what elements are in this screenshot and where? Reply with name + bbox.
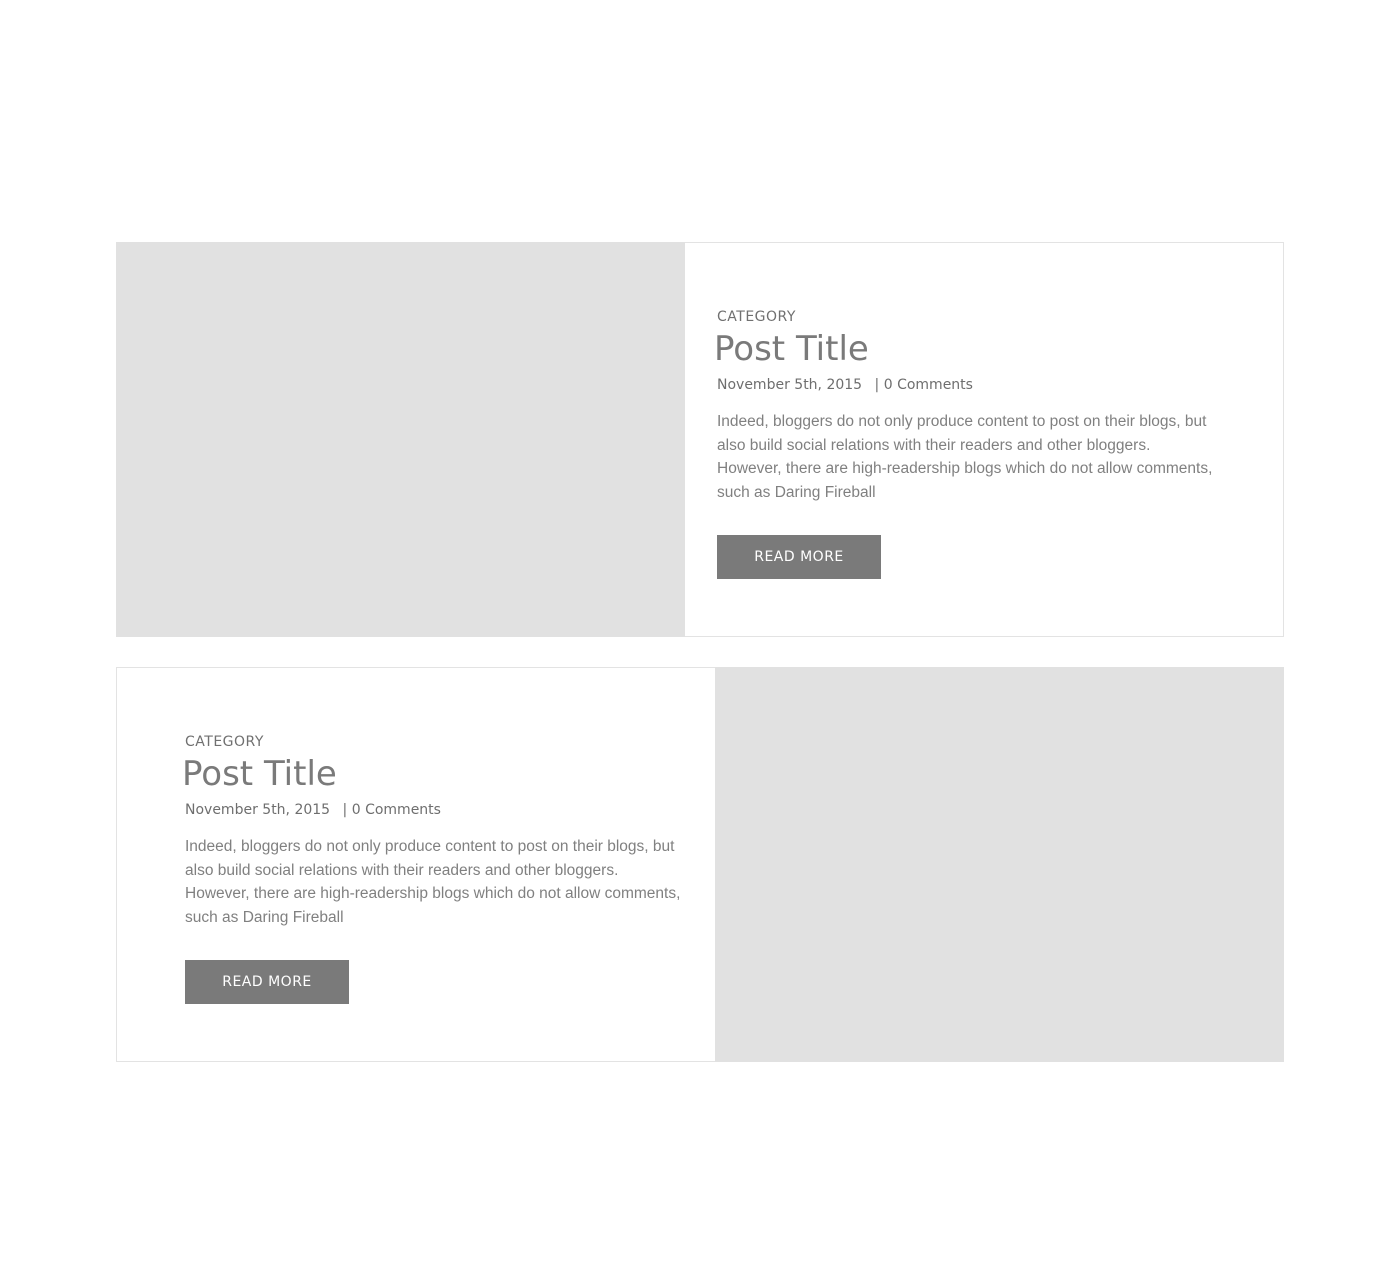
read-more-button[interactable]: READ MORE: [185, 960, 349, 1004]
meta-separator: |: [874, 377, 880, 393]
post-card: CATEGORY Post Title November 5th, 2015 |…: [116, 667, 1284, 1062]
post-title[interactable]: Post Title: [714, 327, 869, 371]
post-comments-link[interactable]: 0 Comments: [884, 377, 973, 393]
post-image-placeholder[interactable]: [715, 667, 1284, 1062]
post-date: November 5th, 2015: [717, 377, 863, 393]
post-category[interactable]: CATEGORY: [717, 309, 796, 325]
post-date: November 5th, 2015: [185, 802, 331, 818]
post-excerpt: Indeed, bloggers do not only produce con…: [185, 838, 681, 926]
post-meta: November 5th, 2015 | 0 Comments: [185, 802, 441, 818]
post-meta: November 5th, 2015 | 0 Comments: [717, 377, 973, 393]
post-comments-link[interactable]: 0 Comments: [352, 802, 441, 818]
read-more-button[interactable]: READ MORE: [717, 535, 881, 579]
post-category[interactable]: CATEGORY: [185, 734, 264, 750]
meta-separator: |: [342, 802, 348, 818]
post-image-placeholder[interactable]: [116, 242, 685, 637]
post-card: CATEGORY Post Title November 5th, 2015 |…: [116, 242, 1284, 637]
post-excerpt: Indeed, bloggers do not only produce con…: [717, 413, 1213, 501]
post-title[interactable]: Post Title: [182, 752, 337, 796]
